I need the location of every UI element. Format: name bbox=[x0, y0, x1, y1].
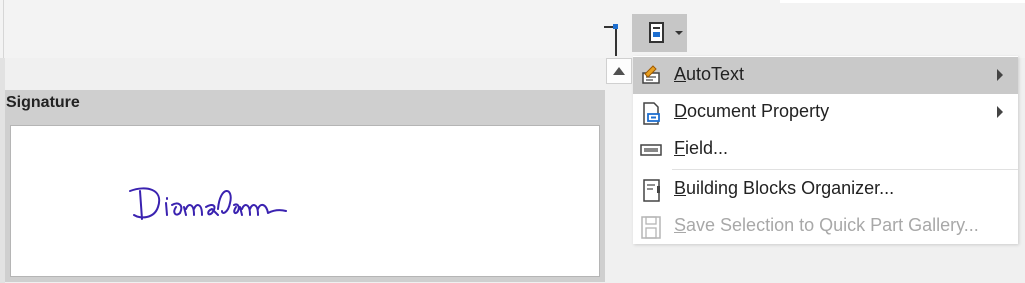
menu-item-autotext[interactable]: AutoText bbox=[633, 57, 1018, 94]
building-blocks-icon bbox=[643, 179, 660, 202]
chevron-right-icon bbox=[997, 69, 1003, 81]
menu-item-label: Document Property bbox=[674, 101, 830, 121]
menu-item-save-selection[interactable]: Save Selection to Quick Part Gallery... bbox=[633, 208, 1018, 245]
autotext-icon bbox=[642, 65, 660, 84]
ribbon-edge bbox=[780, 0, 1025, 3]
menu-item-building-blocks-organizer[interactable]: Building Blocks Organizer... bbox=[633, 171, 1018, 208]
quick-parts-menu: AutoText Document Property Field... Buil… bbox=[633, 56, 1018, 244]
menu-separator bbox=[672, 169, 1018, 170]
signature-box[interactable] bbox=[10, 125, 600, 277]
signature-image bbox=[129, 187, 287, 220]
menu-item-label: AutoText bbox=[674, 64, 745, 84]
document-property-icon bbox=[643, 102, 660, 125]
chevron-down-icon bbox=[675, 31, 683, 35]
menu-item-label: Field... bbox=[674, 138, 729, 158]
triangle-up-icon bbox=[613, 67, 625, 75]
save-icon bbox=[641, 216, 661, 239]
field-icon bbox=[640, 144, 662, 156]
ribbon-area bbox=[0, 0, 1025, 58]
scroll-up-button[interactable] bbox=[606, 58, 632, 84]
anchor-handle-icon[interactable] bbox=[613, 24, 618, 29]
menu-item-label: Save Selection to Quick Part Gallery... bbox=[674, 215, 979, 235]
divider bbox=[3, 0, 4, 60]
quick-parts-icon bbox=[649, 22, 664, 43]
quick-parts-button[interactable] bbox=[632, 14, 687, 52]
menu-item-label: Building Blocks Organizer... bbox=[674, 178, 895, 198]
menu-item-document-property[interactable]: Document Property bbox=[633, 94, 1018, 131]
chevron-right-icon bbox=[997, 106, 1003, 118]
menu-item-field[interactable]: Field... bbox=[633, 131, 1018, 168]
anchor-line-icon bbox=[615, 26, 617, 56]
signature-title: Signature bbox=[6, 94, 80, 111]
